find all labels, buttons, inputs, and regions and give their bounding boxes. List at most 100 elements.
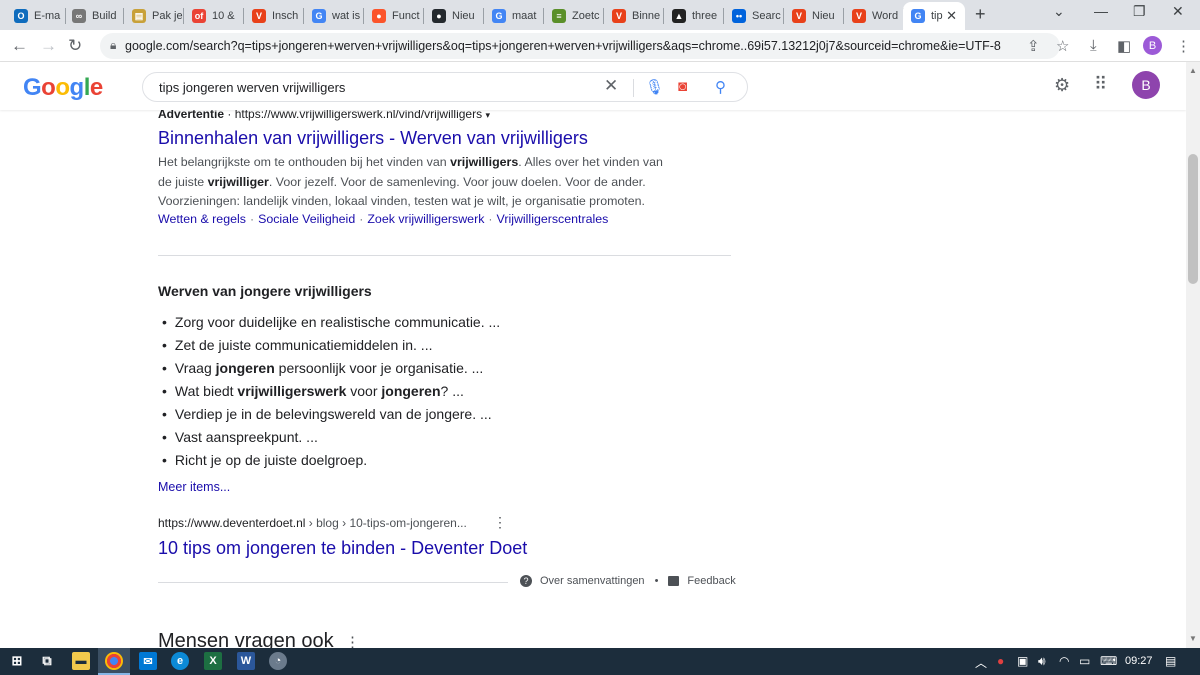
- clear-icon[interactable]: ✕: [604, 76, 618, 96]
- tab-6[interactable]: ● Funct: [364, 2, 424, 30]
- ad-url[interactable]: https://www.vrijwilligerswerk.nl/vind/vr…: [235, 110, 482, 121]
- close-tab-icon[interactable]: ✕: [946, 8, 957, 24]
- excel-icon[interactable]: X: [204, 652, 222, 670]
- browser-profile-avatar[interactable]: B: [1143, 36, 1162, 55]
- result-menu-icon[interactable]: ⋮: [493, 514, 507, 531]
- antivirus-icon[interactable]: ●: [997, 654, 1004, 668]
- wifi-icon[interactable]: ◠: [1059, 654, 1069, 668]
- tab-9[interactable]: ≡ Zoetc: [544, 2, 604, 30]
- ad-header: Advertentie · https://www.vrijwilligersw…: [158, 110, 490, 121]
- bookmark-star-icon[interactable]: ☆: [1056, 37, 1069, 55]
- scroll-thumb[interactable]: [1188, 154, 1198, 284]
- result-title-link[interactable]: 10 tips om jongeren te binden - Deventer…: [158, 538, 527, 559]
- back-icon[interactable]: ←: [11, 36, 28, 56]
- page-scrollbar[interactable]: ▲ ▼: [1186, 62, 1200, 648]
- battery-icon[interactable]: ▭: [1079, 654, 1090, 668]
- feedback-link[interactable]: Feedback: [687, 575, 735, 587]
- separator: ·: [249, 212, 255, 226]
- tab-8[interactable]: Gmaat: [484, 2, 544, 30]
- about-snippets-link[interactable]: Over samenvattingen: [540, 575, 645, 587]
- ad-menu-icon[interactable]: ▾: [485, 110, 490, 120]
- ad-title-link[interactable]: Binnenhalen van vrijwilligers - Werven v…: [158, 128, 588, 149]
- people-also-ask-heading: Mensen vragen ook: [158, 630, 334, 648]
- forward-icon[interactable]: →: [40, 36, 57, 56]
- close-window-icon[interactable]: ✕: [1172, 3, 1184, 20]
- keyboard-icon[interactable]: ⌨: [1100, 654, 1117, 668]
- windows-start-icon[interactable]: ⊞: [8, 652, 26, 670]
- tab-11[interactable]: ▲ three: [664, 2, 724, 30]
- logo-letter: o: [55, 74, 70, 101]
- result-url[interactable]: https://www.deventerdoet.nl › blog › 10-…: [158, 516, 467, 530]
- tab-2[interactable]: ▤ Pak je: [124, 2, 184, 30]
- file-explorer-icon[interactable]: ▬: [72, 652, 90, 670]
- scroll-down-icon[interactable]: ▼: [1189, 634, 1197, 643]
- notifications-icon[interactable]: ▤: [1165, 654, 1176, 668]
- account-avatar[interactable]: B: [1132, 71, 1160, 99]
- microphone-icon[interactable]: 🎙︎: [645, 78, 664, 96]
- search-box[interactable]: tips jongeren werven vrijwilligers ✕ 🎙︎ …: [142, 72, 748, 102]
- tab-10[interactable]: V Binne: [604, 2, 664, 30]
- tray-overflow-icon[interactable]: ︿: [975, 654, 987, 671]
- scroll-up-icon[interactable]: ▲: [1189, 66, 1197, 75]
- search-query[interactable]: tips jongeren werven vrijwilligers: [159, 80, 345, 95]
- outlook-icon: O: [14, 9, 28, 23]
- github-icon: ●: [432, 9, 446, 23]
- tab-15[interactable]: Gtip ✕: [903, 2, 965, 30]
- address-bar[interactable]: 🔒︎ google.com/search?q=tips+jongeren+wer…: [100, 33, 1060, 59]
- tab-label: Searc: [752, 10, 781, 22]
- list-item: Vraag jongeren persoonlijk voor je organ…: [162, 357, 500, 380]
- divider: [158, 582, 508, 583]
- sitelink[interactable]: Wetten & regels: [158, 212, 246, 226]
- paa-menu-icon[interactable]: ⋮: [345, 633, 360, 648]
- download-icon[interactable]: ⤓: [1090, 37, 1097, 54]
- search-icon[interactable]: ⚲: [715, 78, 726, 96]
- chrome-icon[interactable]: [105, 652, 123, 670]
- tab-7[interactable]: ● Nieu: [424, 2, 484, 30]
- share-icon[interactable]: ⇪: [1027, 37, 1040, 55]
- tab-1[interactable]: ∞ Build: [64, 2, 124, 30]
- tab-0[interactable]: O E-ma: [6, 2, 66, 30]
- list-item: Zet de juiste communicatiemiddelen in. .…: [162, 334, 500, 357]
- app-icon[interactable]: ◔: [269, 652, 287, 670]
- v-logo-icon: V: [612, 9, 626, 23]
- logo-letter: g: [69, 74, 85, 101]
- google-logo[interactable]: Google: [23, 74, 103, 102]
- apps-grid-icon[interactable]: ⠿: [1094, 74, 1107, 95]
- tab-12[interactable]: •• Searc: [724, 2, 784, 30]
- lock-icon[interactable]: 🔒︎: [110, 38, 116, 53]
- url-text[interactable]: google.com/search?q=tips+jongeren+werven…: [125, 39, 1001, 53]
- v-logo-icon: V: [252, 9, 266, 23]
- browser-menu-icon[interactable]: ⋮: [1176, 37, 1191, 55]
- more-items-link[interactable]: Meer items...: [158, 480, 230, 494]
- monitor-icon[interactable]: ▣: [1017, 654, 1028, 668]
- tab-label: tip: [931, 10, 943, 22]
- lens-icon[interactable]: ◙: [678, 78, 687, 95]
- minimize-icon[interactable]: —: [1094, 3, 1108, 19]
- tab-4[interactable]: V Insch: [244, 2, 304, 30]
- mail-icon[interactable]: ✉: [139, 652, 157, 670]
- tab-5[interactable]: Gwat is: [304, 2, 364, 30]
- new-tab-icon[interactable]: +: [975, 4, 986, 25]
- reload-icon[interactable]: ↻: [68, 36, 82, 56]
- tab-label: Word: [872, 10, 899, 22]
- word-icon[interactable]: W: [237, 652, 255, 670]
- tab-14[interactable]: V Word: [844, 2, 904, 30]
- task-view-icon[interactable]: ⧉: [38, 652, 56, 670]
- sitelink[interactable]: Vrijwilligerscentrales: [497, 212, 609, 226]
- edge-icon[interactable]: e: [171, 652, 189, 670]
- google-icon: G: [911, 9, 925, 23]
- tab-label: Zoetc: [572, 10, 600, 22]
- sidepanel-icon[interactable]: ◧: [1117, 37, 1131, 55]
- sitelink[interactable]: Sociale Veiligheid: [258, 212, 355, 226]
- sitelink[interactable]: Zoek vrijwilligerswerk: [367, 212, 484, 226]
- maximize-icon[interactable]: ❐: [1133, 3, 1146, 20]
- clock[interactable]: 09:27: [1125, 655, 1153, 667]
- tab-label: maat: [512, 10, 537, 22]
- volume-icon[interactable]: 🔊︎: [1038, 654, 1046, 669]
- of-icon: of: [192, 9, 206, 23]
- tab-3[interactable]: of 10 &: [184, 2, 244, 30]
- tab-label: E-ma: [34, 10, 61, 22]
- tab-search-icon[interactable]: ⌄: [1053, 3, 1065, 20]
- tab-13[interactable]: V Nieu: [784, 2, 844, 30]
- settings-gear-icon[interactable]: ⚙: [1054, 75, 1070, 96]
